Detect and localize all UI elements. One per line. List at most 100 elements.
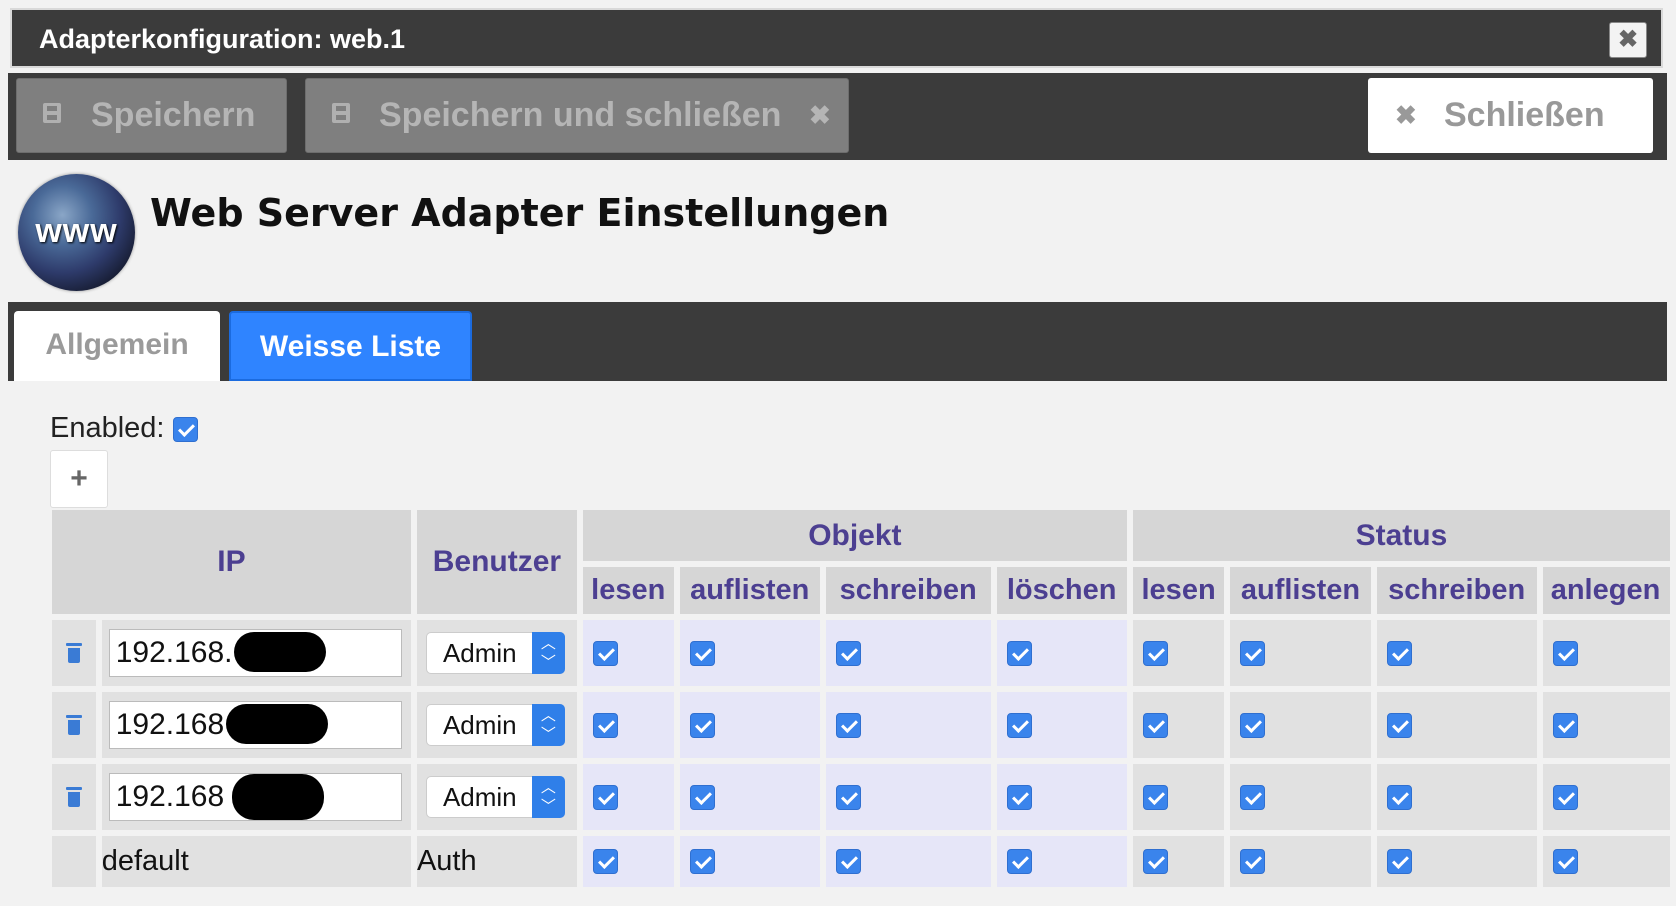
permission-checkbox[interactable]: [689, 712, 715, 738]
tab-weisse-liste[interactable]: Weisse Liste: [229, 311, 472, 381]
perm-object-write: [825, 692, 991, 758]
ip-input[interactable]: 192.168: [108, 701, 402, 749]
page-title: Web Server Adapter Einstellungen: [150, 191, 890, 235]
delete-cell: [52, 620, 96, 686]
permission-checkbox[interactable]: [835, 712, 861, 738]
enabled-label: Enabled:: [50, 412, 165, 444]
perm-object-read: [582, 692, 674, 758]
perm-state-read: [1132, 836, 1225, 887]
enabled-checkbox[interactable]: [172, 416, 198, 442]
perm-object-write: [825, 764, 991, 830]
permission-checkbox[interactable]: [835, 849, 861, 874]
permission-checkbox[interactable]: [1386, 640, 1412, 666]
permission-checkbox[interactable]: [1142, 784, 1168, 810]
permission-checkbox[interactable]: [1240, 712, 1266, 738]
trash-icon[interactable]: [65, 715, 82, 735]
permission-checkbox[interactable]: [835, 640, 861, 666]
default-user-label: Auth: [416, 836, 577, 887]
user-select[interactable]: Admin ︿ ﹀: [425, 632, 565, 674]
perm-state-read: [1132, 764, 1225, 830]
user-select[interactable]: Admin ︿ ﹀: [425, 776, 565, 818]
add-entry-button[interactable]: +: [50, 450, 108, 508]
permission-checkbox[interactable]: [1240, 784, 1266, 810]
trash-icon[interactable]: [65, 643, 82, 663]
user-select[interactable]: Admin ︿ ﹀: [425, 704, 565, 746]
permission-checkbox[interactable]: [592, 784, 618, 810]
permission-checkbox[interactable]: [1142, 849, 1168, 874]
save-and-close-button[interactable]: Speichern und schließen ✖: [305, 78, 849, 153]
ip-cell: 192.168: [101, 764, 411, 830]
redaction-mark: [231, 774, 324, 820]
permission-checkbox[interactable]: [1142, 640, 1168, 666]
permission-checkbox[interactable]: [592, 640, 618, 666]
tab-bar: Allgemein Weisse Liste: [8, 302, 1667, 381]
column-header-user: Benutzer: [416, 510, 577, 614]
permission-checkbox[interactable]: [1006, 712, 1032, 738]
perm-state-list: [1230, 692, 1371, 758]
perm-state-list: [1230, 620, 1371, 686]
column-header-state-create: anlegen: [1542, 567, 1670, 614]
ip-cell: 192.168.: [101, 620, 411, 686]
dialog-titlebar: Adapterkonfiguration: web.1 ✖: [10, 8, 1663, 68]
column-group-object: Objekt: [582, 510, 1127, 561]
perm-object-list: [679, 620, 820, 686]
perm-state-create: [1542, 764, 1670, 830]
perm-state-list: [1230, 836, 1371, 887]
permission-checkbox[interactable]: [592, 849, 618, 874]
close-icon: ✖: [1617, 26, 1639, 53]
trash-icon[interactable]: [65, 787, 82, 807]
close-x-icon: ✖: [1395, 100, 1417, 130]
perm-object-read: [582, 836, 674, 887]
delete-cell: [52, 692, 96, 758]
perm-state-write: [1376, 764, 1537, 830]
adapter-logo: www: [18, 174, 135, 291]
permission-checkbox[interactable]: [689, 640, 715, 666]
close-button[interactable]: ✖ Schließen: [1368, 78, 1653, 153]
column-header-object-read: lesen: [582, 567, 674, 614]
permission-checkbox[interactable]: [1552, 640, 1578, 666]
ip-input[interactable]: 192.168.: [108, 629, 402, 677]
permission-checkbox[interactable]: [1386, 784, 1412, 810]
table-row-default: default Auth: [52, 836, 1670, 887]
ip-cell: 192.168: [101, 692, 411, 758]
permission-checkbox[interactable]: [1386, 712, 1412, 738]
perm-object-write: [825, 836, 991, 887]
permission-checkbox[interactable]: [1240, 640, 1266, 666]
dialog-close-button[interactable]: ✖: [1609, 22, 1647, 58]
permission-checkbox[interactable]: [1006, 640, 1032, 666]
user-select-value: Admin: [442, 710, 517, 740]
table-row: 192.168. Admin ︿ ﹀: [52, 620, 1670, 686]
ip-input[interactable]: 192.168: [108, 773, 402, 821]
perm-object-list: [679, 836, 820, 887]
save-button[interactable]: Speichern: [16, 78, 287, 153]
permission-checkbox[interactable]: [835, 784, 861, 810]
save-and-close-label: Speichern und schließen: [379, 96, 782, 134]
permission-checkbox[interactable]: [1552, 849, 1578, 874]
perm-state-read: [1132, 620, 1225, 686]
permission-checkbox[interactable]: [1386, 849, 1412, 874]
updown-chevron-icon: ︿ ﹀: [531, 704, 565, 746]
permission-checkbox[interactable]: [1006, 849, 1032, 874]
user-cell: Admin ︿ ﹀: [416, 764, 577, 830]
permission-checkbox[interactable]: [689, 849, 715, 874]
perm-state-create: [1542, 620, 1670, 686]
redaction-mark: [225, 704, 328, 744]
permission-checkbox[interactable]: [1240, 849, 1266, 874]
perm-state-write: [1376, 620, 1537, 686]
tab-allgemein[interactable]: Allgemein: [14, 311, 220, 381]
perm-state-create: [1542, 836, 1670, 887]
perm-state-create: [1542, 692, 1670, 758]
permission-checkbox[interactable]: [1552, 784, 1578, 810]
column-group-state: Status: [1132, 510, 1670, 561]
perm-object-list: [679, 692, 820, 758]
perm-object-delete: [996, 620, 1127, 686]
ip-value: 192.168: [115, 708, 225, 741]
permission-checkbox[interactable]: [689, 784, 715, 810]
plus-icon: +: [70, 462, 88, 495]
permission-checkbox[interactable]: [1006, 784, 1032, 810]
permission-checkbox[interactable]: [592, 712, 618, 738]
column-header-object-delete: löschen: [996, 567, 1127, 614]
permission-checkbox[interactable]: [1142, 712, 1168, 738]
enabled-row: Enabled:: [50, 412, 198, 445]
permission-checkbox[interactable]: [1552, 712, 1578, 738]
